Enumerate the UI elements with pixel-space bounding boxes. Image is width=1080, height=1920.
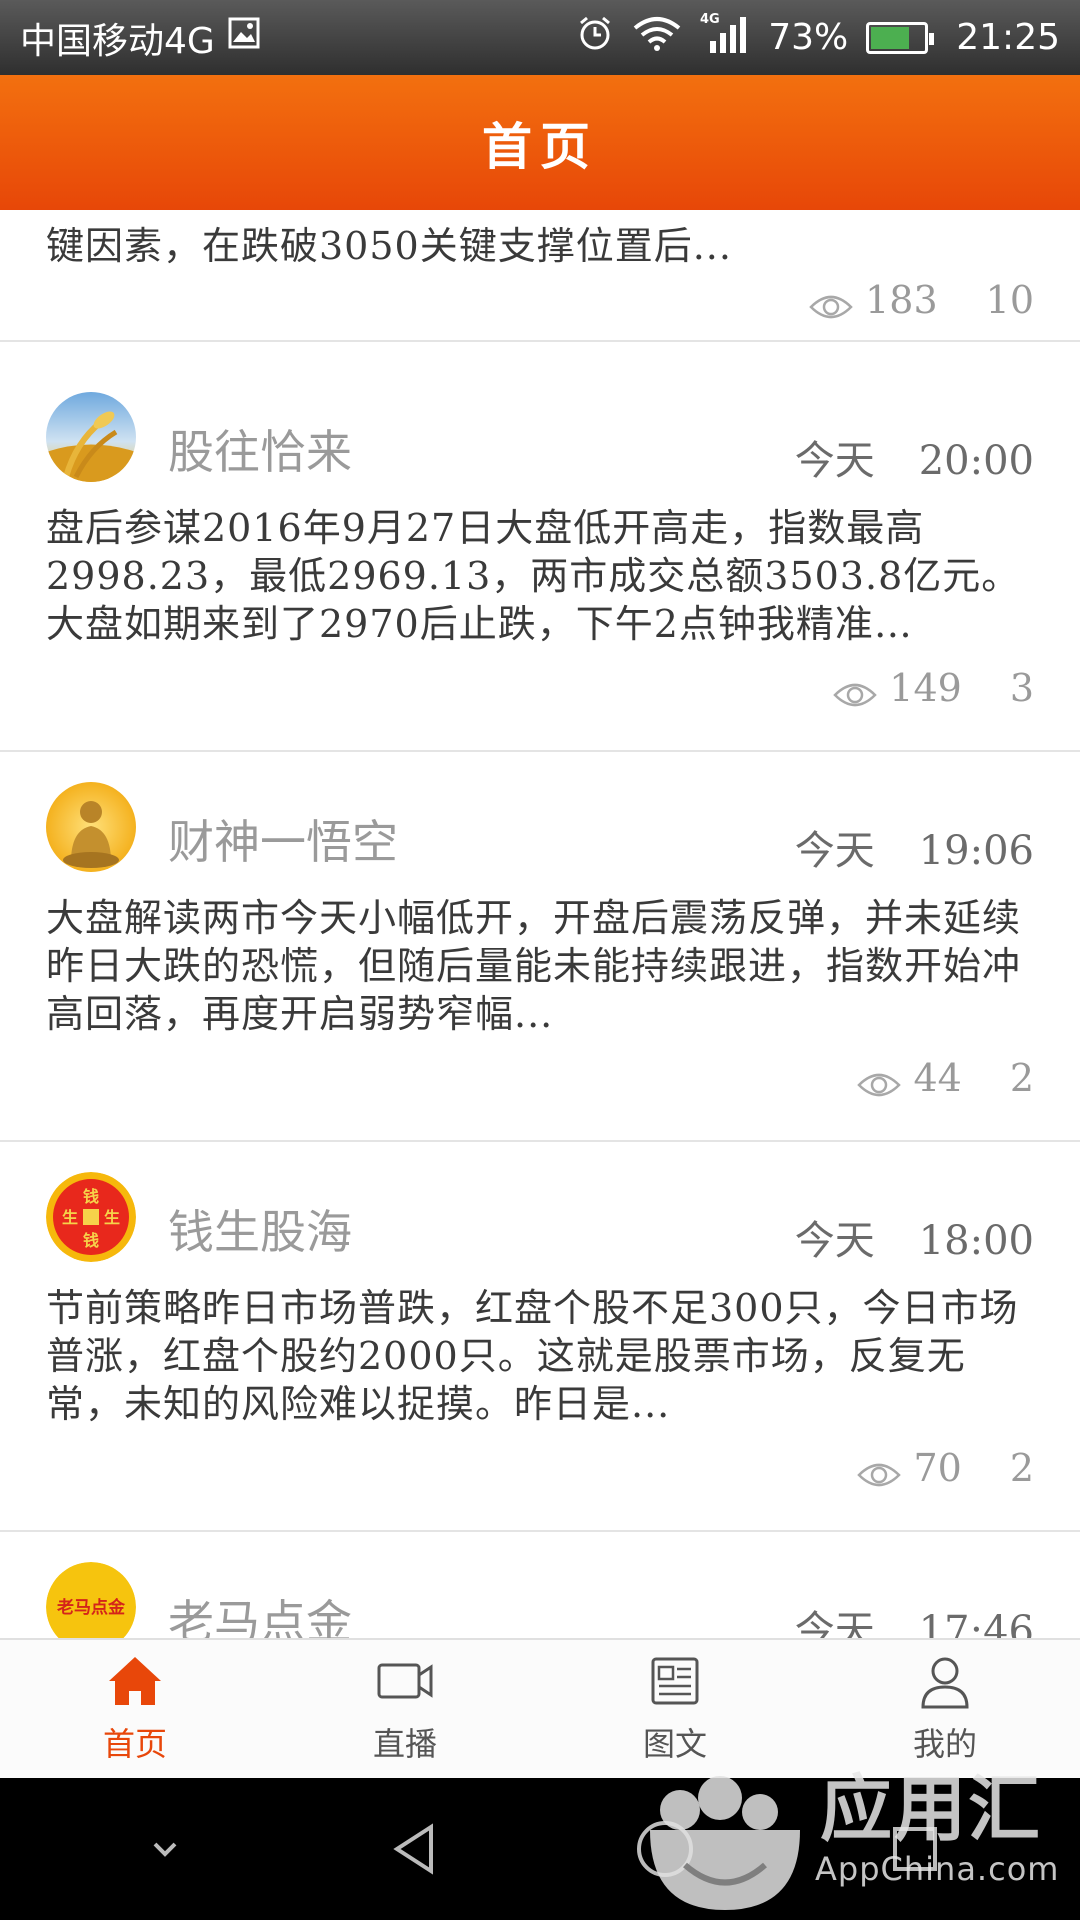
nav-item-profile[interactable]: 我的 bbox=[810, 1640, 1080, 1778]
eye-icon bbox=[833, 674, 878, 707]
battery-icon bbox=[866, 21, 935, 54]
svg-text:4G: 4G bbox=[700, 12, 720, 27]
post-header: 老马点金 老马点金 今天 17:46 bbox=[46, 1562, 1034, 1638]
home-icon bbox=[105, 1653, 165, 1713]
wifi-icon bbox=[632, 14, 682, 61]
post-feed[interactable]: 键因素，在跌破3050关键支撑位置后... 183 10 股往恰来 今天 20:… bbox=[0, 210, 1080, 1638]
recents-icon[interactable] bbox=[880, 1814, 950, 1884]
laoma-logo-icon[interactable]: 老马点金 bbox=[46, 1562, 136, 1638]
eye-icon bbox=[809, 286, 853, 319]
comment-count: 3 bbox=[1009, 666, 1034, 710]
nav-label: 直播 bbox=[372, 1725, 437, 1763]
post-time: 今天 20:00 bbox=[794, 438, 1034, 484]
svg-text:生: 生 bbox=[104, 1208, 120, 1227]
post-time: 今天 17:46 bbox=[794, 1608, 1034, 1638]
nav-item-home[interactable]: 首页 bbox=[0, 1640, 270, 1778]
battery-percentage: 73% bbox=[768, 17, 849, 58]
clock: 21:25 bbox=[956, 17, 1060, 58]
nav-label: 图文 bbox=[642, 1725, 707, 1763]
post-header: 钱 钱 生 生 钱生股海 今天 18:00 bbox=[46, 1172, 1034, 1264]
post-header: 股往恰来 今天 20:00 bbox=[46, 392, 1034, 484]
post-header: 财神一悟空 今天 19:06 bbox=[46, 782, 1034, 874]
coin-logo-icon[interactable]: 钱 钱 生 生 bbox=[46, 1172, 136, 1262]
post-meta: 183 10 bbox=[809, 278, 1034, 322]
post-meta: 70 2 bbox=[857, 1446, 1034, 1490]
view-count: 44 bbox=[913, 1056, 962, 1100]
comment-count: 10 bbox=[985, 278, 1034, 322]
article-icon bbox=[645, 1653, 705, 1713]
system-nav-bar bbox=[0, 1778, 1080, 1920]
svg-text:生: 生 bbox=[62, 1208, 78, 1227]
author-name[interactable]: 财神一悟空 bbox=[168, 806, 398, 872]
wheat-field-icon[interactable] bbox=[46, 392, 136, 482]
view-count: 70 bbox=[913, 1446, 962, 1490]
nav-label: 首页 bbox=[102, 1725, 167, 1763]
author-name[interactable]: 钱生股海 bbox=[168, 1196, 352, 1262]
eye-icon bbox=[857, 1454, 902, 1487]
comment-count: 2 bbox=[1009, 1056, 1034, 1100]
post-card[interactable]: 股往恰来 今天 20:00 盘后参谋2016年9月27日大盘低开高走，指数最高29… bbox=[0, 362, 1080, 752]
post-card[interactable]: 钱 钱 生 生 钱生股海 今天 18:00 节前策略昨日市场普跌，红盘个股不足30… bbox=[0, 1142, 1080, 1532]
post-content: 大盘解读两市今天小幅低开，开盘后震荡反弹，并未延续昨日大跌的恐慌，但随后量能未能… bbox=[46, 896, 1022, 1036]
chevron-down-icon[interactable] bbox=[130, 1814, 200, 1884]
post-content: 键因素，在跌破3050关键支撑位置后... bbox=[46, 224, 732, 268]
carrier-label: 中国移动4G bbox=[20, 20, 215, 62]
post-time: 今天 19:06 bbox=[794, 828, 1034, 874]
alarm-icon bbox=[576, 14, 614, 61]
comment-count: 2 bbox=[1009, 1446, 1034, 1490]
nav-label: 我的 bbox=[912, 1725, 977, 1763]
status-bar: 中国移动4G 4G 73% 21:25 bbox=[0, 0, 1080, 75]
post-card[interactable]: 老马点金 老马点金 今天 17:46 bbox=[0, 1532, 1080, 1638]
author-name[interactable]: 股往恰来 bbox=[168, 416, 352, 482]
eye-icon bbox=[857, 1064, 902, 1097]
video-camera-icon bbox=[375, 1653, 435, 1713]
home-circle-icon[interactable] bbox=[630, 1814, 700, 1884]
back-icon[interactable] bbox=[380, 1814, 450, 1884]
post-content: 节前策略昨日市场普跌，红盘个股不足300只，今日市场普涨，红盘个股约2000只。… bbox=[46, 1286, 1019, 1426]
user-icon bbox=[915, 1653, 975, 1713]
post-meta: 44 2 bbox=[857, 1056, 1034, 1100]
post-meta: 149 3 bbox=[833, 666, 1034, 710]
page-title: 首页 bbox=[482, 117, 598, 176]
golden-buddha-icon[interactable] bbox=[46, 782, 136, 872]
view-count: 149 bbox=[889, 666, 962, 710]
view-count: 183 bbox=[865, 278, 938, 322]
nav-item-live[interactable]: 直播 bbox=[270, 1640, 540, 1778]
nav-item-articles[interactable]: 图文 bbox=[540, 1640, 810, 1778]
post-time: 今天 18:00 bbox=[794, 1218, 1034, 1264]
author-name[interactable]: 老马点金 bbox=[168, 1586, 352, 1638]
cellular-signal-icon: 4G bbox=[700, 11, 750, 64]
svg-text:钱: 钱 bbox=[83, 1231, 99, 1250]
app-header: 首页 bbox=[0, 75, 1080, 210]
post-content: 盘后参谋2016年9月27日大盘低开高走，指数最高2998.23，最低2969.… bbox=[46, 506, 1021, 646]
post-card[interactable]: 财神一悟空 今天 19:06 大盘解读两市今天小幅低开，开盘后震荡反弹，并未延续昨… bbox=[0, 752, 1080, 1142]
bottom-nav: 首页 直播 图文 我的 bbox=[0, 1638, 1080, 1778]
svg-text:钱: 钱 bbox=[83, 1187, 99, 1206]
post-card[interactable]: 键因素，在跌破3050关键支撑位置后... 183 10 bbox=[0, 210, 1080, 342]
svg-text:老马点金: 老马点金 bbox=[56, 1597, 126, 1618]
image-notification-icon bbox=[227, 16, 261, 59]
